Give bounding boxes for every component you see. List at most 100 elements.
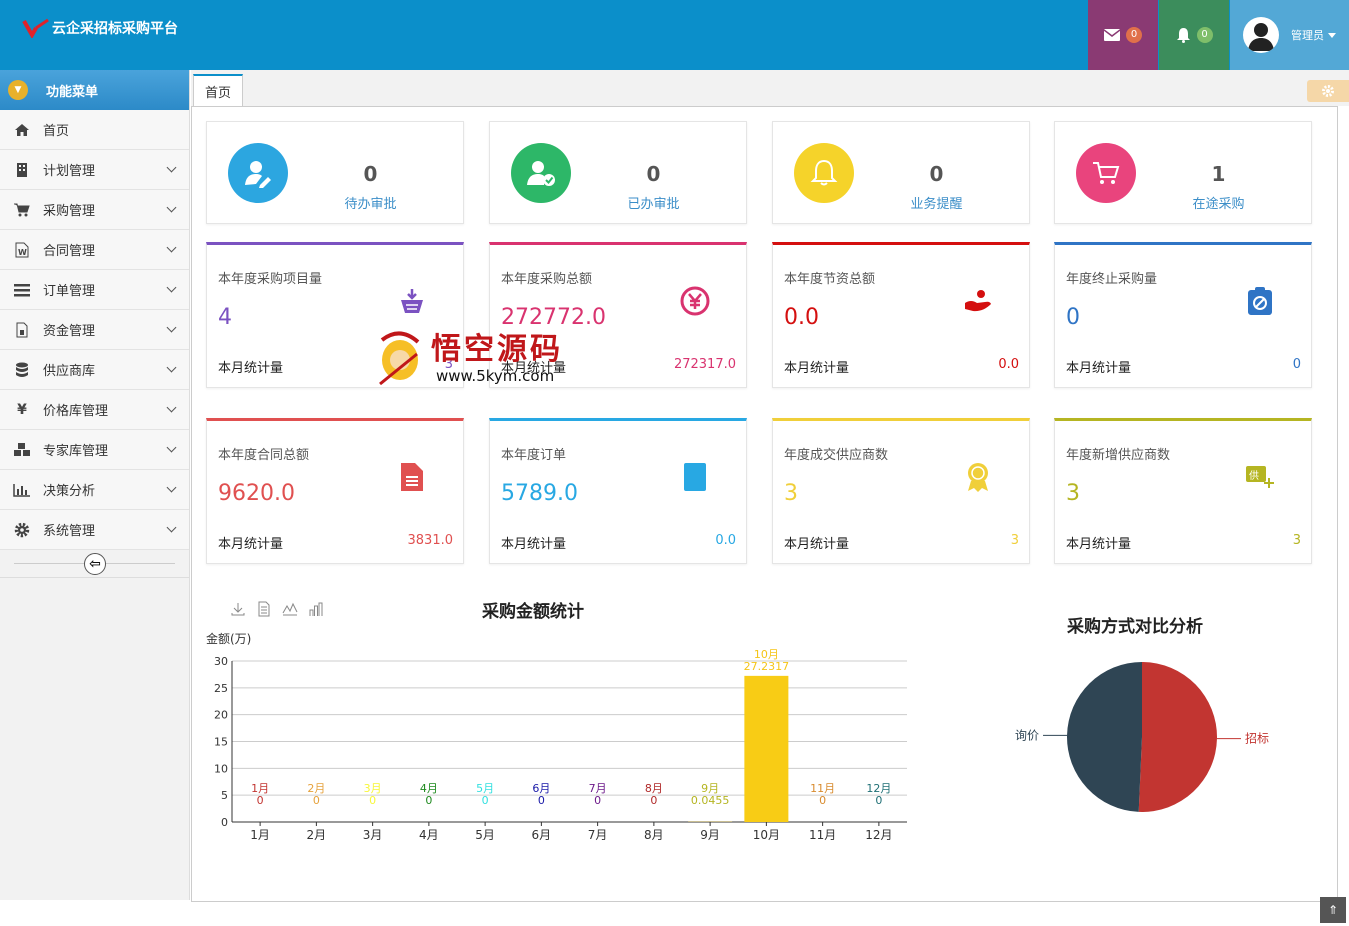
top-bar: 云企采招标采购平台 0 0 管理员 <box>0 0 1349 70</box>
notifications-button[interactable]: 0 <box>1159 0 1229 70</box>
bar-chart-icon[interactable] <box>308 601 324 617</box>
user-menu-button[interactable]: 管理员 <box>1230 0 1349 70</box>
download-icon[interactable] <box>230 601 246 617</box>
stat-foot-label: 本月统计量 <box>1066 361 1132 376</box>
pie-slice[interactable] <box>1066 662 1142 812</box>
clipboard-cancel-icon <box>1243 284 1277 318</box>
sidebar-item-label: 供应商库 <box>43 364 96 379</box>
stat-month-value: 0.0 <box>998 357 1019 372</box>
stat-card: 本年度节资总额 0.0 本月统计量 0.0 <box>772 242 1030 388</box>
settings-gear-button[interactable] <box>1307 80 1349 102</box>
sidebar-item[interactable]: 计划管理 <box>0 150 189 190</box>
svg-text:W: W <box>18 248 27 257</box>
main-content: 0 待办审批 0 已办审批 0 业务提醒 1 在途采购 本年度采购项目量 4 本月统计量 3 本年度采购… <box>191 106 1338 902</box>
sidebar-item-label: 决策分析 <box>43 484 96 499</box>
tab-home[interactable]: 首页 <box>193 74 243 107</box>
sidebar-item[interactable]: ¥ 价格库管理 <box>0 390 189 430</box>
envelope-icon <box>1104 29 1120 41</box>
summary-label[interactable]: 已办审批 <box>602 193 705 212</box>
sidebar-item-label: 采购管理 <box>43 204 96 219</box>
file-text-icon <box>395 460 429 494</box>
bell-icon <box>1176 28 1190 43</box>
sidebar-item[interactable]: 首页 <box>0 110 189 150</box>
chevron-down-icon <box>166 202 177 213</box>
sidebar-item[interactable]: 采购管理 <box>0 190 189 230</box>
app-logo[interactable]: 云企采招标采购平台 <box>22 18 178 38</box>
stat-foot-label: 本月统计量 <box>784 537 850 552</box>
sidebar-item-label: 系统管理 <box>43 524 96 539</box>
arrow-left-icon[interactable]: ⇦ <box>84 553 106 575</box>
cart-icon <box>13 202 31 218</box>
summary-label[interactable]: 业务提醒 <box>885 193 988 212</box>
chevron-down-icon <box>166 322 177 333</box>
sidebar-collapse: ⇦ <box>0 550 189 578</box>
sidebar-item[interactable]: 供应商库 <box>0 350 189 390</box>
summary-card[interactable]: 0 已办审批 <box>489 121 747 224</box>
sidebar-item[interactable]: 专家库管理 <box>0 430 189 470</box>
x-tick-label: 1月 <box>250 828 270 842</box>
yen-icon: ¥ <box>17 401 27 418</box>
chevron-down-icon <box>166 282 177 293</box>
pie-slice[interactable] <box>1138 662 1217 812</box>
user-name: 管理员 <box>1291 29 1324 42</box>
data-view-icon[interactable] <box>256 601 272 617</box>
summary-value: 0 <box>363 162 378 186</box>
messages-button[interactable]: 0 <box>1088 0 1158 70</box>
chevron-down-icon <box>166 442 177 453</box>
line-chart-icon[interactable] <box>282 601 298 617</box>
sidebar-item-label: 订单管理 <box>43 284 96 299</box>
sidebar-item[interactable]: 系统管理 <box>0 510 189 550</box>
stat-title: 本年度采购总额 <box>501 272 593 287</box>
bar-value-label: 27.2317 <box>744 660 790 673</box>
stat-card: 年度终止采购量 0 本月统计量 0 <box>1054 242 1312 388</box>
summary-label[interactable]: 待办审批 <box>319 193 422 212</box>
stat-foot-label: 本月统计量 <box>218 537 284 552</box>
chart-toolbox <box>230 601 324 617</box>
sidebar-item-label: 价格库管理 <box>43 404 109 419</box>
sidebar-item[interactable]: 决策分析 <box>0 470 189 510</box>
stat-card: 本年度合同总额 9620.0 本月统计量 3831.0 <box>206 418 464 564</box>
basket-icon <box>395 284 429 318</box>
stat-foot-label: 本月统计量 <box>1066 537 1132 552</box>
scroll-to-top-button[interactable]: ⇑ <box>1320 897 1346 923</box>
y-tick-label: 30 <box>214 655 228 668</box>
summary-card[interactable]: 0 待办审批 <box>206 121 464 224</box>
gear-icon <box>1322 85 1334 97</box>
summary-card[interactable]: 1 在途采购 <box>1054 121 1312 224</box>
summary-card[interactable]: 0 业务提醒 <box>772 121 1030 224</box>
cubes-icon <box>13 442 31 458</box>
sidebar-header[interactable]: ▼ 功能菜单 <box>0 70 189 110</box>
chevron-down-icon <box>166 402 177 413</box>
x-tick-label: 2月 <box>307 828 327 842</box>
sidebar-item-label: 首页 <box>43 124 70 139</box>
bar-chart: 金额(万)0510152025301月01月2月02月3月03月4月04月5月0… <box>206 631 907 842</box>
building-icon <box>13 162 31 178</box>
chevron-down-icon <box>166 242 177 253</box>
summary-value: 1 <box>1211 162 1226 186</box>
avatar <box>1243 17 1279 53</box>
stat-month-value: 3831.0 <box>407 533 454 548</box>
sidebar-item[interactable]: W 合同管理 <box>0 230 189 270</box>
user-edit-icon <box>228 143 288 203</box>
bar-value-label: 0 <box>425 794 432 807</box>
stat-value: 5789.0 <box>501 481 578 506</box>
award-icon <box>961 460 995 494</box>
stat-value: 4 <box>218 305 232 330</box>
home-icon <box>13 122 31 138</box>
bar-value-label: 0 <box>594 794 601 807</box>
sidebar-item-label: 合同管理 <box>43 244 96 259</box>
x-tick-label: 7月 <box>588 828 608 842</box>
list-icon <box>13 282 31 298</box>
sidebar-item[interactable]: 订单管理 <box>0 270 189 310</box>
supplier-add-icon: 供 <box>1243 460 1277 494</box>
bar-value-label: 0 <box>313 794 320 807</box>
stat-value: 3 <box>1066 481 1080 506</box>
watermark-text: 悟空源码 <box>431 332 563 367</box>
sidebar-item[interactable]: 资金管理 <box>0 310 189 350</box>
summary-label[interactable]: 在途采购 <box>1167 193 1270 212</box>
y-tick-label: 10 <box>214 762 228 775</box>
database-icon <box>13 362 31 378</box>
x-tick-label: 10月 <box>753 828 780 842</box>
stat-value: 0.0 <box>784 305 819 330</box>
sidebar: ▼ 功能菜单 首页计划管理采购管理 W 合同管理订单管理资金管理供应商库 ¥ 价格库管理… <box>0 70 190 900</box>
